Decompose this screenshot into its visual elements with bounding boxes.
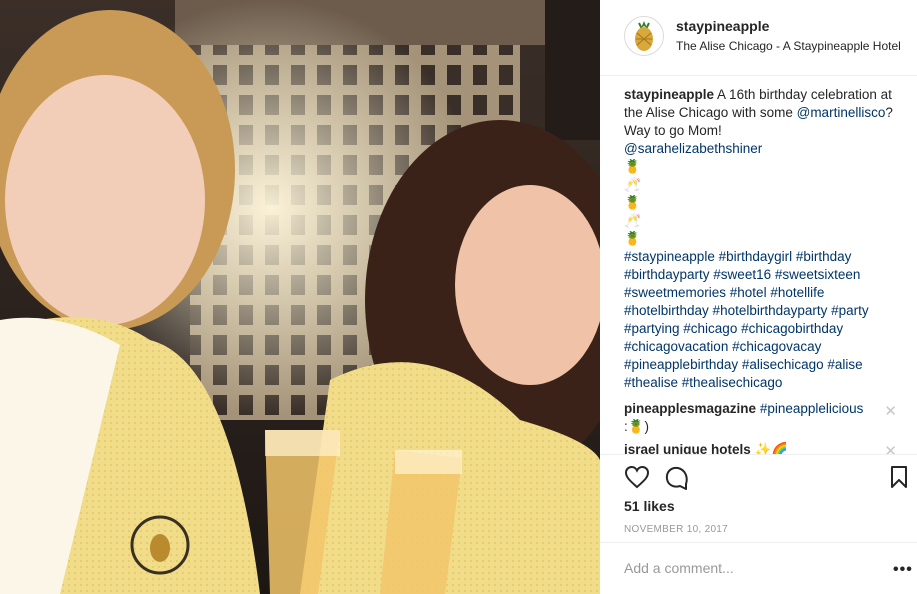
caption-username[interactable]: staypineapple: [624, 87, 714, 102]
emoji: 🍍: [624, 195, 641, 210]
mention-link[interactable]: @sarahelizabethshiner: [624, 141, 762, 156]
emoji: 🍍: [624, 159, 641, 174]
close-icon[interactable]: ✕: [884, 442, 897, 454]
comment-username[interactable]: israel unique hotels: [624, 442, 751, 454]
emoji: 🥂: [624, 213, 641, 228]
heart-icon[interactable]: [624, 465, 650, 489]
avatar[interactable]: [624, 16, 664, 56]
post-photo[interactable]: [0, 0, 600, 594]
comment-input[interactable]: [624, 557, 874, 579]
post-panel: staypineapple The Alise Chicago - A Stay…: [600, 0, 917, 594]
comment-text: ✨🌈: [754, 442, 789, 454]
add-comment-bar: •••: [600, 542, 917, 594]
post-username[interactable]: staypineapple: [676, 18, 769, 34]
post-location[interactable]: The Alise Chicago - A Staypineapple Hote…: [676, 39, 901, 53]
comment-username[interactable]: pineapplesmagazine: [624, 401, 756, 416]
likes-count[interactable]: 51 likes: [624, 498, 675, 514]
close-icon[interactable]: ✕: [884, 402, 897, 420]
post-header: staypineapple The Alise Chicago - A Stay…: [600, 0, 917, 76]
emoji: 🥂: [624, 177, 641, 192]
comment-item: israel unique hotels ✨🌈: [624, 441, 884, 454]
hashtags[interactable]: #staypineapple #birthdaygirl #birthday #…: [624, 248, 904, 392]
pineapple-logo-icon: [635, 21, 653, 51]
comment-item: pineapplesmagazine #pineapplelicious :🍍): [624, 400, 884, 436]
comment-bubble-icon[interactable]: [664, 465, 690, 491]
comment-text: :🍍): [624, 419, 650, 434]
emoji: 🍍: [624, 231, 641, 246]
bookmark-icon[interactable]: [890, 465, 908, 489]
post-date: NOVEMBER 10, 2017: [624, 524, 729, 535]
caption: staypineapple A 16th birthday celebratio…: [624, 86, 904, 392]
more-options-icon[interactable]: •••: [893, 561, 913, 579]
mention-link[interactable]: @martinellisco: [797, 105, 886, 120]
comments-list[interactable]: staypineapple A 16th birthday celebratio…: [600, 76, 917, 454]
post-actions: 51 likes NOVEMBER 10, 2017: [600, 454, 917, 542]
hashtag-link[interactable]: #pineapplelicious: [760, 401, 864, 416]
